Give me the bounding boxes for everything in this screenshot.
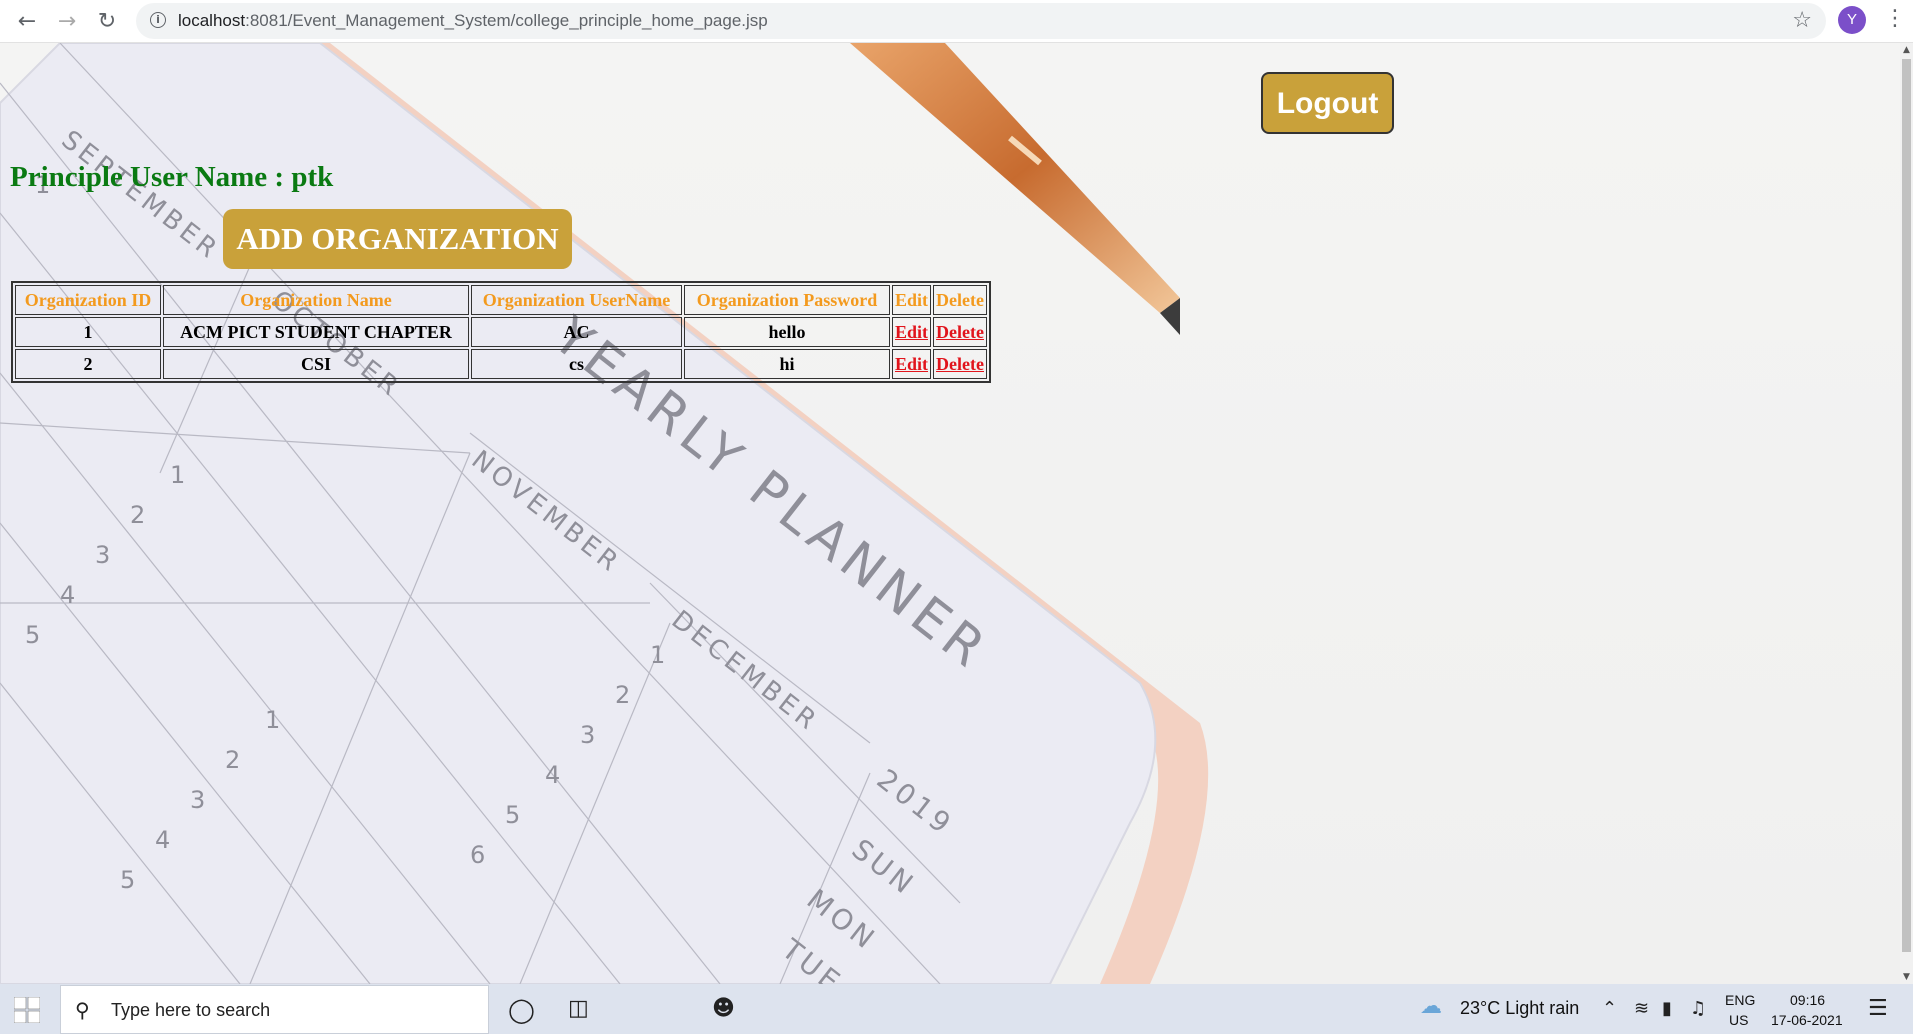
language-bottom[interactable]: US [1729,1012,1748,1028]
cell-org-password: hi [684,349,890,379]
cell-org-id: 2 [15,349,161,379]
svg-text:6: 6 [470,841,485,869]
cell-org-name: CSI [163,349,469,379]
svg-text:5: 5 [505,801,520,829]
chevron-up-icon[interactable]: ⌃ [1602,998,1617,1019]
notifications-icon[interactable]: ☰ [1868,996,1888,1021]
svg-text:2: 2 [225,746,240,774]
delete-link[interactable]: Delete [936,354,984,374]
clock-date[interactable]: 17-06-2021 [1771,1012,1843,1028]
svg-text:4: 4 [155,826,170,854]
cell-edit: Edit [892,349,932,379]
svg-text:5: 5 [25,621,40,649]
browser-menu-icon[interactable]: ⋮ [1884,6,1906,31]
weather-text[interactable]: 23°C Light rain [1460,998,1579,1019]
cell-org-id: 1 [15,317,161,347]
cell-delete: Delete [933,349,987,379]
clock-time[interactable]: 09:16 [1790,992,1825,1008]
cell-delete: Delete [933,317,987,347]
table-row: 2 CSI cs hi Edit Delete [15,349,987,379]
bookmark-star-icon[interactable]: ☆ [1792,8,1812,33]
page-scrollbar[interactable]: ▲ ▼ [1900,43,1913,984]
scroll-up-arrow-icon[interactable]: ▲ [1900,43,1913,57]
forward-arrow-icon[interactable]: → [52,6,82,36]
cell-org-username: cs [471,349,682,379]
svg-text:4: 4 [545,761,560,789]
edit-link[interactable]: Edit [895,322,928,342]
principle-user-name: Principle User Name : ptk [10,161,334,193]
browser-toolbar: ← → ↻ i localhost:8081/Event_Management_… [0,0,1913,43]
svg-text:1: 1 [265,706,280,734]
svg-text:2: 2 [130,501,145,529]
svg-text:1: 1 [650,641,665,669]
page-content: YEARLY PLANNER SEPTEMBER OCTOBER NOVEMBE… [0,43,1900,984]
col-header-id: Organization ID [15,285,161,315]
people-icon[interactable]: ☻ [712,996,735,1021]
col-header-password: Organization Password [684,285,890,315]
cell-org-username: AC [471,317,682,347]
svg-text:5: 5 [120,866,135,894]
cell-edit: Edit [892,317,932,347]
delete-link[interactable]: Delete [936,322,984,342]
table-row: 1 ACM PICT STUDENT CHAPTER AC hello Edit… [15,317,987,347]
organization-table: Organization ID Organization Name Organi… [11,281,991,383]
scroll-thumb[interactable] [1902,59,1911,952]
col-header-username: Organization UserName [471,285,682,315]
address-bar[interactable]: i localhost:8081/Event_Management_System… [136,3,1826,39]
back-arrow-icon[interactable]: ← [12,6,42,36]
language-top[interactable]: ENG [1725,992,1755,1008]
logout-button[interactable]: Logout [1261,72,1394,134]
search-placeholder: Type here to search [111,1000,271,1020]
volume-icon[interactable]: ♫ [1690,998,1706,1019]
windows-start-icon[interactable] [14,997,40,1023]
edit-link[interactable]: Edit [895,354,928,374]
task-view-icon[interactable]: ◫ [568,996,589,1021]
add-organization-button[interactable]: ADD ORGANIZATION [223,209,572,269]
reload-icon[interactable]: ↻ [92,6,122,36]
col-header-name: Organization Name [163,285,469,315]
info-icon[interactable]: i [150,12,166,28]
svg-text:1: 1 [170,461,185,489]
cortana-icon[interactable]: ◯ [508,996,535,1024]
taskbar-search-box[interactable]: ⚲ Type here to search [60,985,489,1034]
svg-text:3: 3 [95,541,110,569]
cell-org-password: hello [684,317,890,347]
table-header-row: Organization ID Organization Name Organi… [15,285,987,315]
svg-text:2: 2 [615,681,630,709]
windows-taskbar: ⚲ Type here to search ◯ ◫ ☻ ☁ 23°C Light… [0,984,1913,1034]
scroll-down-arrow-icon[interactable]: ▼ [1900,970,1913,984]
weather-cloud-icon: ☁ [1420,994,1442,1019]
cell-org-name: ACM PICT STUDENT CHAPTER [163,317,469,347]
battery-icon[interactable]: ▮ [1662,998,1672,1019]
search-icon: ⚲ [75,998,90,1022]
profile-avatar[interactable]: Y [1838,6,1866,34]
svg-text:3: 3 [580,721,595,749]
wifi-icon[interactable]: ≋ [1634,998,1649,1019]
col-header-edit: Edit [892,285,932,315]
col-header-delete: Delete [933,285,987,315]
svg-text:3: 3 [190,786,205,814]
url-text[interactable]: localhost:8081/Event_Management_System/c… [178,11,768,31]
svg-text:4: 4 [60,581,75,609]
